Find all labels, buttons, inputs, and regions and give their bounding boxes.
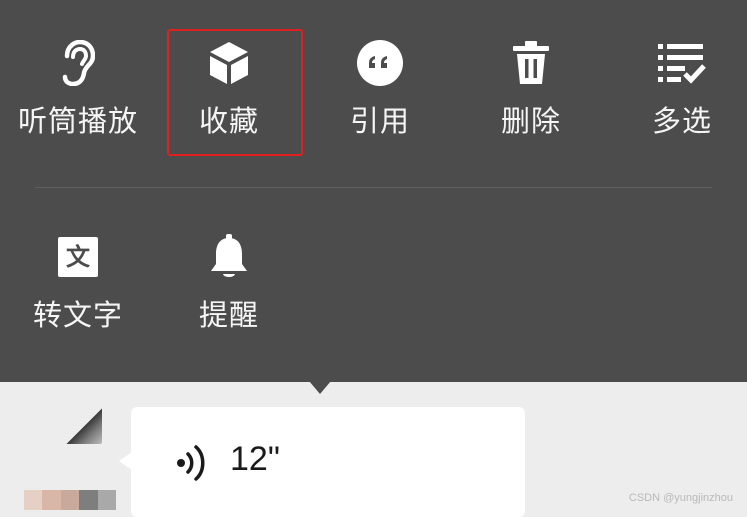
bubble-tail — [119, 452, 132, 470]
text-icon-glyph: 文 — [66, 243, 90, 271]
menu-item-label: 多选 — [651, 104, 712, 138]
avatar[interactable] — [60, 406, 102, 444]
bell-icon — [209, 232, 249, 282]
menu-item-multi-select[interactable]: 多选 — [607, 0, 747, 150]
menu-item-delete[interactable]: 删除 — [456, 0, 606, 150]
menu-item-quote[interactable]: 引用 — [305, 0, 455, 150]
menu-item-remind[interactable]: 提醒 — [154, 0, 304, 382]
menu-pointer-arrow — [309, 381, 331, 394]
menu-item-label: 转文字 — [32, 298, 123, 332]
multi-select-icon — [658, 38, 706, 88]
avatar-blurred — [24, 490, 117, 510]
menu-item-label: 引用 — [349, 104, 410, 138]
menu-item-label: 删除 — [500, 104, 561, 138]
trash-icon — [511, 38, 551, 88]
quote-icon — [356, 38, 404, 88]
watermark: CSDN @yungjinzhou — [628, 492, 733, 504]
menu-item-label: 提醒 — [198, 298, 259, 332]
voice-icon — [176, 443, 212, 487]
voice-duration: 12" — [230, 440, 280, 478]
menu-item-speech-to-text[interactable]: 文 转文字 — [3, 0, 153, 382]
text-icon: 文 — [58, 232, 98, 282]
context-menu: 听筒播放 收藏 引用 删除 多选 文 转文字 提醒 — [0, 0, 747, 382]
